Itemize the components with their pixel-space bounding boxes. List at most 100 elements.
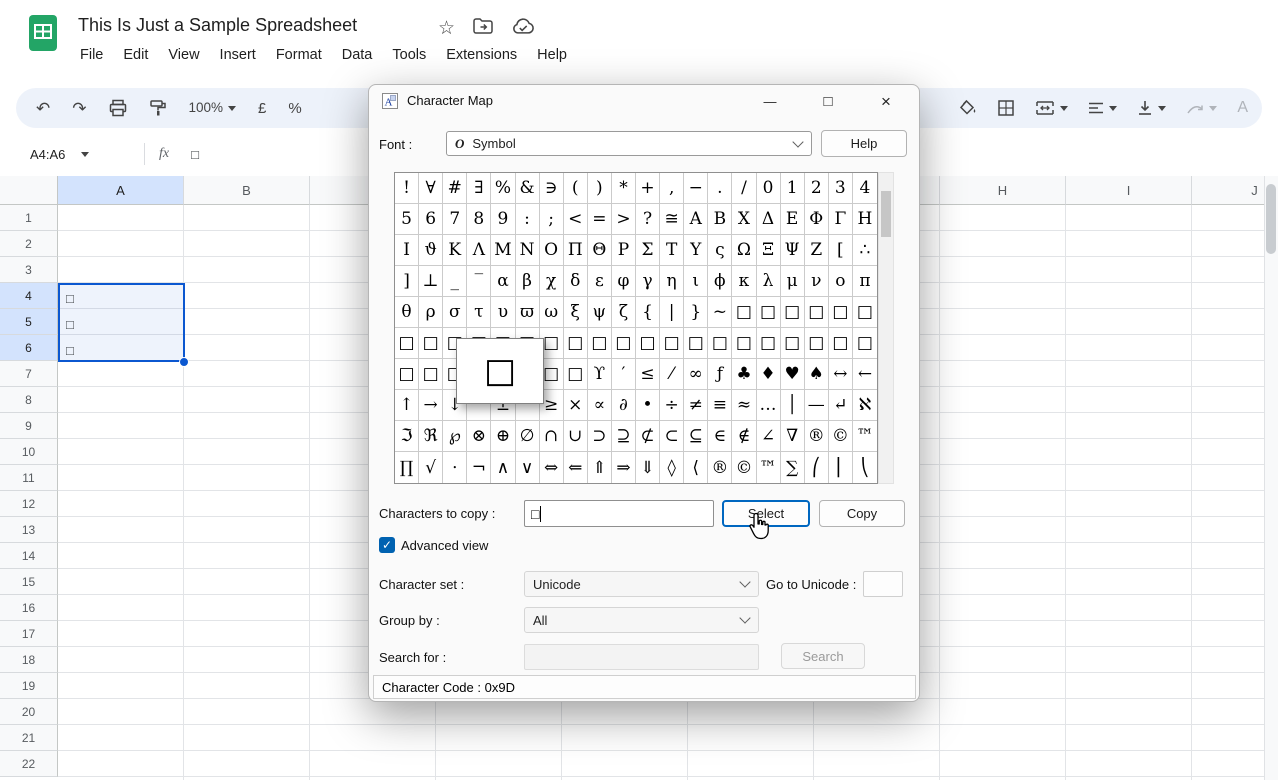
char-cell-r10c5[interactable]: ∧ xyxy=(491,452,515,483)
char-cell-r10c6[interactable]: ∨ xyxy=(516,452,540,483)
row-header-20[interactable]: 20 xyxy=(0,699,58,725)
row-header-1[interactable]: 1 xyxy=(0,205,58,231)
column-header-H[interactable]: H xyxy=(940,176,1066,205)
char-cell-r9c11[interactable]: ⊄ xyxy=(636,421,660,452)
char-cell-r2c3[interactable]: 7 xyxy=(443,204,467,235)
char-cell-r2c20[interactable]: H xyxy=(853,204,877,235)
char-cell-r4c4[interactable]: ‾ xyxy=(467,266,491,297)
char-cell-r5c5[interactable]: υ xyxy=(491,297,515,328)
char-cell-r7c9[interactable]: ϒ xyxy=(588,359,612,390)
advanced-view-checkbox[interactable]: ✓ xyxy=(379,537,395,553)
char-cell-r6c12[interactable]: □ xyxy=(660,328,684,359)
row-header-11[interactable]: 11 xyxy=(0,465,58,491)
char-cell-r5c10[interactable]: ζ xyxy=(612,297,636,328)
char-cell-r9c1[interactable]: ℑ xyxy=(395,421,419,452)
format-percent-button[interactable]: % xyxy=(288,101,301,116)
print-icon[interactable] xyxy=(109,99,127,117)
search-button[interactable]: Search xyxy=(781,643,865,669)
char-cell-r8c19[interactable]: ↵ xyxy=(829,390,853,421)
char-cell-r4c1[interactable]: ] xyxy=(395,266,419,297)
char-cell-r4c6[interactable]: β xyxy=(516,266,540,297)
cell-A4[interactable]: □ xyxy=(66,286,74,312)
char-cell-r4c14[interactable]: ϕ xyxy=(708,266,732,297)
char-cell-r9c14[interactable]: ∈ xyxy=(708,421,732,452)
char-cell-r7c10[interactable]: ′ xyxy=(612,359,636,390)
menu-format[interactable]: Format xyxy=(266,42,332,68)
char-cell-r8c12[interactable]: ÷ xyxy=(660,390,684,421)
char-cell-r9c8[interactable]: ∪ xyxy=(564,421,588,452)
move-folder-icon[interactable] xyxy=(473,18,493,39)
char-cell-r1c11[interactable]: + xyxy=(636,173,660,204)
char-cell-r4c12[interactable]: η xyxy=(660,266,684,297)
char-cell-r7c11[interactable]: ≤ xyxy=(636,359,660,390)
char-cell-r9c17[interactable]: ∇ xyxy=(781,421,805,452)
select-all-corner[interactable] xyxy=(0,176,58,205)
char-cell-r3c17[interactable]: Ψ xyxy=(781,235,805,266)
char-cell-r4c2[interactable]: ⊥ xyxy=(419,266,443,297)
char-cell-r7c12[interactable]: ⁄ xyxy=(660,359,684,390)
sheets-logo-icon[interactable] xyxy=(24,14,62,57)
text-rotation-button[interactable] xyxy=(1186,100,1217,116)
row-header-6[interactable]: 6 xyxy=(0,335,58,361)
char-cell-r1c6[interactable]: & xyxy=(516,173,540,204)
row-header-18[interactable]: 18 xyxy=(0,647,58,673)
char-cell-r6c15[interactable]: □ xyxy=(732,328,756,359)
char-cell-r3c11[interactable]: Σ xyxy=(636,235,660,266)
char-cell-r8c8[interactable]: × xyxy=(564,390,588,421)
char-cell-r2c11[interactable]: ? xyxy=(636,204,660,235)
row-header-2[interactable]: 2 xyxy=(0,231,58,257)
char-cell-r1c1[interactable]: ! xyxy=(395,173,419,204)
char-cell-r2c2[interactable]: 6 xyxy=(419,204,443,235)
char-cell-r2c1[interactable]: 5 xyxy=(395,204,419,235)
char-cell-r7c1[interactable]: □ xyxy=(395,359,419,390)
char-cell-r1c19[interactable]: 3 xyxy=(829,173,853,204)
char-cell-r10c11[interactable]: ⇓ xyxy=(636,452,660,483)
char-cell-r10c17[interactable]: ∑ xyxy=(781,452,805,483)
char-cell-r4c19[interactable]: ο xyxy=(829,266,853,297)
char-cell-r2c5[interactable]: 9 xyxy=(491,204,515,235)
char-cell-r1c10[interactable]: * xyxy=(612,173,636,204)
char-cell-r8c9[interactable]: ∝ xyxy=(588,390,612,421)
char-cell-r2c13[interactable]: A xyxy=(684,204,708,235)
char-cell-r10c2[interactable]: √ xyxy=(419,452,443,483)
undo-icon[interactable]: ↶ xyxy=(36,100,50,117)
char-cell-r5c17[interactable]: □ xyxy=(781,297,805,328)
char-cell-r10c9[interactable]: ⇑ xyxy=(588,452,612,483)
char-cell-r5c11[interactable]: { xyxy=(636,297,660,328)
char-cell-r2c4[interactable]: 8 xyxy=(467,204,491,235)
char-cell-r4c15[interactable]: κ xyxy=(732,266,756,297)
char-cell-r10c14[interactable]: ® xyxy=(708,452,732,483)
char-cell-r6c1[interactable]: □ xyxy=(395,328,419,359)
char-cell-r1c4[interactable]: ∃ xyxy=(467,173,491,204)
fill-handle[interactable] xyxy=(179,357,189,367)
format-currency-button[interactable]: £ xyxy=(258,101,266,116)
char-cell-r6c16[interactable]: □ xyxy=(757,328,781,359)
copy-button[interactable]: Copy xyxy=(819,500,905,527)
scrollbar-thumb[interactable] xyxy=(1266,184,1276,254)
char-cell-r9c19[interactable]: © xyxy=(829,421,853,452)
char-cell-r3c6[interactable]: N xyxy=(516,235,540,266)
menu-view[interactable]: View xyxy=(158,42,209,68)
char-cell-r8c13[interactable]: ≠ xyxy=(684,390,708,421)
characters-to-copy-input[interactable]: □ xyxy=(524,500,714,527)
formula-input[interactable]: □ xyxy=(191,147,199,162)
char-cell-r2c10[interactable]: > xyxy=(612,204,636,235)
menu-data[interactable]: Data xyxy=(332,42,383,68)
scrollbar-thumb[interactable] xyxy=(881,191,891,237)
paint-format-icon[interactable] xyxy=(149,99,167,117)
char-cell-r4c3[interactable]: _ xyxy=(443,266,467,297)
char-cell-r7c17[interactable]: ♥ xyxy=(781,359,805,390)
char-cell-r7c20[interactable]: ← xyxy=(853,359,877,390)
char-cell-r8c17[interactable]: │ xyxy=(781,390,805,421)
horizontal-align-button[interactable] xyxy=(1088,102,1117,114)
close-button[interactable]: × xyxy=(863,86,909,117)
char-cell-r3c9[interactable]: Θ xyxy=(588,235,612,266)
fill-color-icon[interactable] xyxy=(957,99,977,118)
char-cell-r1c20[interactable]: 4 xyxy=(853,173,877,204)
char-cell-r3c7[interactable]: O xyxy=(540,235,564,266)
char-cell-r5c12[interactable]: | xyxy=(660,297,684,328)
dialog-titlebar[interactable]: A Character Map — □ × xyxy=(369,85,919,119)
char-cell-r1c15[interactable]: / xyxy=(732,173,756,204)
merge-cells-button[interactable] xyxy=(1035,101,1068,115)
char-cell-r2c8[interactable]: < xyxy=(564,204,588,235)
